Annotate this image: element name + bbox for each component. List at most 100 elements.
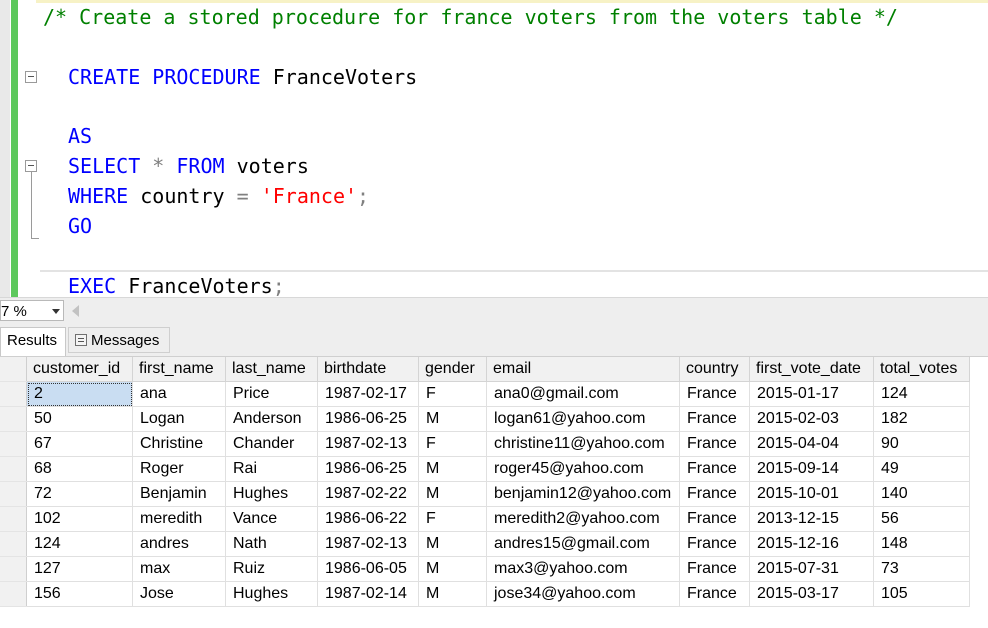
grid-cell-gender[interactable]: F: [418, 431, 487, 457]
grid-cell-first-vote-date[interactable]: 2015-12-16: [749, 531, 874, 557]
grid-cell-last-name[interactable]: Anderson: [225, 406, 318, 432]
row-header[interactable]: [0, 431, 27, 457]
corner-cell[interactable]: [0, 357, 27, 382]
chevron-down-icon[interactable]: [52, 309, 60, 314]
grid-cell-first-vote-date[interactable]: 2013-12-15: [749, 506, 874, 532]
grid-cell-gender[interactable]: M: [418, 531, 487, 557]
grid-cell-first-name[interactable]: Jose: [132, 581, 226, 607]
grid-cell-total-votes[interactable]: 105: [873, 581, 970, 607]
grid-cell-first-name[interactable]: Christine: [132, 431, 226, 457]
grid-cell-first-vote-date[interactable]: 2015-03-17: [749, 581, 874, 607]
grid-cell-email[interactable]: benjamin12@yahoo.com: [486, 481, 680, 507]
row-header[interactable]: [0, 406, 27, 432]
table-row[interactable]: 124 andres Nath 1987-02-13 Mandres15@gmail.c…: [0, 531, 970, 557]
grid-cell-birthdate[interactable]: 1986-06-22: [317, 506, 419, 532]
grid-cell-gender[interactable]: F: [418, 506, 487, 532]
column-header[interactable]: first_vote_date: [749, 357, 874, 382]
grid-cell-first-name[interactable]: max: [132, 556, 226, 582]
grid-cell-birthdate[interactable]: 1986-06-25: [317, 456, 419, 482]
grid-cell-customer-id[interactable]: 2: [26, 381, 133, 407]
results-grid[interactable]: customer_id first_name last_name birthda…: [0, 357, 988, 628]
grid-cell-country[interactable]: France: [679, 556, 750, 582]
column-header[interactable]: email: [486, 357, 680, 382]
grid-cell-first-vote-date[interactable]: 2015-01-17: [749, 381, 874, 407]
table-row[interactable]: 68 Roger Rai 1986-06-25 Mroger45@yahoo.com Fr…: [0, 456, 970, 482]
grid-cell-total-votes[interactable]: 182: [873, 406, 970, 432]
grid-cell-last-name[interactable]: Ruiz: [225, 556, 318, 582]
column-header[interactable]: last_name: [225, 357, 318, 382]
grid-cell-last-name[interactable]: Hughes: [225, 481, 318, 507]
grid-cell-customer-id[interactable]: 156: [26, 581, 133, 607]
column-header[interactable]: gender: [418, 357, 487, 382]
table-row[interactable]: 102 meredith Vance 1986-06-22 Fmeredith2@yah…: [0, 506, 970, 532]
grid-cell-last-name[interactable]: Nath: [225, 531, 318, 557]
grid-cell-email[interactable]: andres15@gmail.com: [486, 531, 680, 557]
grid-cell-birthdate[interactable]: 1986-06-25: [317, 406, 419, 432]
grid-cell-total-votes[interactable]: 73: [873, 556, 970, 582]
grid-cell-total-votes[interactable]: 56: [873, 506, 970, 532]
grid-cell-country[interactable]: France: [679, 481, 750, 507]
grid-cell-country[interactable]: France: [679, 381, 750, 407]
grid-cell-total-votes[interactable]: 148: [873, 531, 970, 557]
row-header[interactable]: [0, 381, 27, 407]
grid-cell-email[interactable]: meredith2@yahoo.com: [486, 506, 680, 532]
row-header[interactable]: [0, 531, 27, 557]
grid-cell-country[interactable]: France: [679, 406, 750, 432]
row-header[interactable]: [0, 506, 27, 532]
grid-cell-birthdate[interactable]: 1986-06-05: [317, 556, 419, 582]
table-row[interactable]: 67 Christine Chander 1987-02-13 Fchristine11…: [0, 431, 970, 457]
table-row[interactable]: 2 ana Price 1987-02-17 Fana0@gmail.com France…: [0, 381, 970, 407]
grid-cell-total-votes[interactable]: 90: [873, 431, 970, 457]
row-header[interactable]: [0, 556, 27, 582]
grid-cell-customer-id[interactable]: 72: [26, 481, 133, 507]
grid-cell-country[interactable]: France: [679, 581, 750, 607]
table-row[interactable]: 127 max Ruiz 1986-06-05 Mmax3@yahoo.com Franc…: [0, 556, 970, 582]
tab-messages[interactable]: Messages: [68, 327, 170, 353]
tab-results[interactable]: Results: [0, 327, 66, 356]
grid-cell-customer-id[interactable]: 68: [26, 456, 133, 482]
grid-cell-customer-id[interactable]: 50: [26, 406, 133, 432]
grid-cell-customer-id[interactable]: 67: [26, 431, 133, 457]
grid-cell-birthdate[interactable]: 1987-02-13: [317, 431, 419, 457]
grid-cell-customer-id[interactable]: 102: [26, 506, 133, 532]
grid-cell-first-vote-date[interactable]: 2015-04-04: [749, 431, 874, 457]
grid-cell-first-name[interactable]: andres: [132, 531, 226, 557]
grid-cell-country[interactable]: France: [679, 506, 750, 532]
grid-cell-email[interactable]: jose34@yahoo.com: [486, 581, 680, 607]
grid-cell-email[interactable]: logan61@yahoo.com: [486, 406, 680, 432]
grid-cell-email[interactable]: christine11@yahoo.com: [486, 431, 680, 457]
grid-cell-customer-id[interactable]: 124: [26, 531, 133, 557]
grid-cell-gender[interactable]: M: [418, 481, 487, 507]
grid-cell-gender[interactable]: M: [418, 456, 487, 482]
grid-cell-first-name[interactable]: ana: [132, 381, 226, 407]
grid-cell-first-name[interactable]: Benjamin: [132, 481, 226, 507]
grid-cell-birthdate[interactable]: 1987-02-22: [317, 481, 419, 507]
grid-cell-first-name[interactable]: Roger: [132, 456, 226, 482]
table-row[interactable]: 50 Logan Anderson 1986-06-25 Mlogan61@yahoo.…: [0, 406, 970, 432]
grid-cell-gender[interactable]: M: [418, 581, 487, 607]
column-header[interactable]: birthdate: [317, 357, 419, 382]
grid-cell-first-name[interactable]: Logan: [132, 406, 226, 432]
grid-cell-first-vote-date[interactable]: 2015-07-31: [749, 556, 874, 582]
collapse-toggle-icon[interactable]: [25, 71, 37, 83]
grid-cell-first-vote-date[interactable]: 2015-02-03: [749, 406, 874, 432]
grid-cell-email[interactable]: max3@yahoo.com: [486, 556, 680, 582]
column-header[interactable]: country: [679, 357, 750, 382]
grid-cell-country[interactable]: France: [679, 431, 750, 457]
zoom-dropdown[interactable]: 7 %: [0, 300, 64, 321]
grid-cell-total-votes[interactable]: 124: [873, 381, 970, 407]
grid-cell-total-votes[interactable]: 140: [873, 481, 970, 507]
grid-cell-last-name[interactable]: Rai: [225, 456, 318, 482]
grid-cell-email[interactable]: ana0@gmail.com: [486, 381, 680, 407]
grid-cell-birthdate[interactable]: 1987-02-17: [317, 381, 419, 407]
sql-editor[interactable]: /* Create a stored procedure for france …: [0, 0, 988, 297]
column-header[interactable]: customer_id: [26, 357, 133, 382]
grid-cell-gender[interactable]: M: [418, 406, 487, 432]
row-header[interactable]: [0, 481, 27, 507]
column-header[interactable]: total_votes: [873, 357, 970, 382]
column-header[interactable]: first_name: [132, 357, 226, 382]
row-header[interactable]: [0, 456, 27, 482]
grid-cell-birthdate[interactable]: 1987-02-13: [317, 531, 419, 557]
grid-cell-last-name[interactable]: Price: [225, 381, 318, 407]
table-row[interactable]: 72 Benjamin Hughes 1987-02-22 Mbenjamin12@ya…: [0, 481, 970, 507]
